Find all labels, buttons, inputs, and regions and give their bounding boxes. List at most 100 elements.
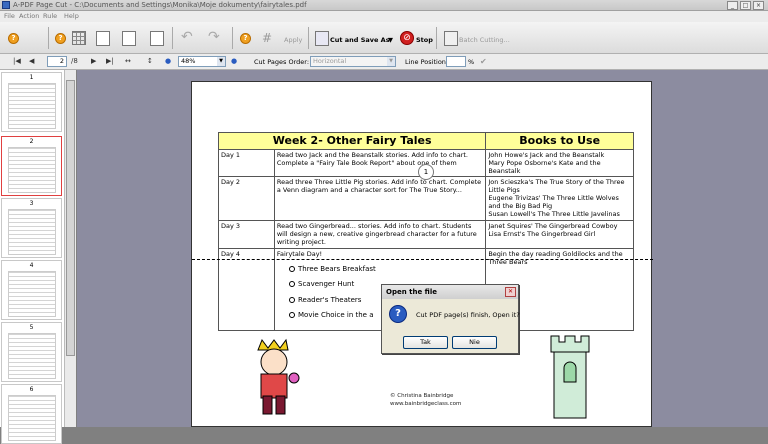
cut-line-marker[interactable]: 1	[418, 164, 434, 180]
thumbnail-preview	[8, 147, 56, 193]
prev-page-icon[interactable]: ◀	[29, 57, 34, 66]
thumbnail-page[interactable]: 4	[1, 260, 62, 320]
thumbnail-page-selected[interactable]: 2	[1, 136, 62, 196]
table-title: Week 2- Other Fairy Tales	[217, 132, 487, 150]
menu-help[interactable]: Help	[64, 12, 79, 20]
main-toolbar: ? ? ↶ ↷ ? # Apply Cut and Save As ▼ ⊘ St…	[0, 22, 768, 54]
menu-bar: File Action Rule Help	[0, 11, 768, 22]
apply-button[interactable]: Apply	[284, 36, 302, 44]
document-canvas[interactable]: Week 2- Other Fairy Tales Books to Use D…	[77, 70, 768, 427]
batch-icon[interactable]	[444, 31, 458, 46]
zoom-in-icon[interactable]: ●	[231, 57, 237, 66]
thumbnail-number: 5	[29, 324, 34, 331]
next-page-icon[interactable]: ▶	[91, 57, 96, 66]
save-icon[interactable]	[315, 31, 329, 46]
activity-cell: Read two Gingerbread... stories. Add inf…	[273, 220, 487, 249]
day-cell: Day 1	[218, 149, 275, 177]
thumbnail-number: 1	[29, 74, 34, 81]
day-cell: Day 2	[218, 176, 275, 221]
minimize-icon[interactable]: _	[727, 1, 738, 10]
cut-order-label: Cut Pages Order:	[254, 58, 310, 66]
zoom-select[interactable]: 48% ▼	[178, 56, 226, 67]
thumbnail-number: 2	[29, 138, 34, 145]
batch-cutting-button[interactable]: Batch Cutting...	[459, 36, 510, 44]
yes-button[interactable]: Tak	[403, 336, 448, 349]
table-header-row: Week 2- Other Fairy Tales Books to Use	[217, 132, 634, 150]
menu-action[interactable]: Action	[19, 12, 39, 20]
cut-save-as-button[interactable]: Cut and Save As	[330, 36, 390, 44]
question-icon: ?	[389, 305, 407, 323]
activity-cell: Read two Jack and the Beanstalk stories.…	[273, 149, 487, 177]
last-page-icon[interactable]: ▶|	[106, 57, 114, 66]
close-icon[interactable]: ✕	[505, 287, 516, 297]
help-icon-2[interactable]: ?	[55, 33, 66, 44]
fit-width-icon[interactable]: ↔	[125, 57, 131, 66]
thumbnail-page[interactable]: 6	[1, 384, 62, 444]
open-file-dialog: Open the file ✕ ? Cut PDF page(s) finish…	[381, 284, 520, 354]
check-icon[interactable]: ✔	[480, 57, 487, 66]
help-icon[interactable]: ?	[8, 33, 19, 44]
thumbnail-number: 6	[29, 386, 34, 393]
first-page-icon[interactable]: |◀	[13, 57, 21, 66]
stop-button[interactable]: Stop	[416, 36, 433, 44]
thumbnail-number: 3	[29, 200, 34, 207]
cut-order-select[interactable]: Horizontal ▼	[310, 56, 396, 67]
page-input[interactable]: 2	[47, 56, 67, 67]
maximize-icon[interactable]: □	[740, 1, 751, 10]
apply-icon[interactable]: #	[262, 31, 272, 51]
credit-text: © Christina Bainbridge	[390, 393, 454, 399]
close-icon[interactable]: ×	[753, 1, 764, 10]
table-row: Day 3 Read two Gingerbread... stories. A…	[218, 220, 634, 249]
cut-order-value: Horizontal	[313, 57, 347, 65]
cut-line[interactable]	[192, 259, 653, 260]
split-horizontal-icon[interactable]	[96, 31, 110, 46]
chevron-down-icon[interactable]: ▼	[217, 57, 225, 66]
scrollbar-thumb[interactable]	[66, 80, 75, 356]
pdf-page: Week 2- Other Fairy Tales Books to Use D…	[191, 81, 653, 427]
split-vertical-icon[interactable]	[122, 31, 136, 46]
chevron-down-icon[interactable]: ▼	[387, 57, 395, 66]
thumbnail-page[interactable]: 5	[1, 322, 62, 382]
activity-cell: Read three Three Little Pig stories. Add…	[273, 176, 487, 221]
undo-icon[interactable]: ↶	[181, 29, 193, 49]
app-icon	[2, 1, 10, 9]
line-position-label: Line Position:	[405, 58, 449, 66]
list-item: Scavenger Hunt	[288, 280, 355, 288]
menu-rule[interactable]: Rule	[43, 12, 57, 20]
fit-height-icon[interactable]: ↕	[147, 57, 153, 66]
day-cell: Day 3	[218, 220, 275, 249]
thumbnail-panel: 1 2 3 4 5 6	[0, 70, 76, 444]
thumbnail-page[interactable]: 1	[1, 72, 62, 132]
thumbnail-preview	[8, 209, 56, 255]
day-cell: Day 4	[218, 248, 275, 331]
line-position-input[interactable]	[446, 56, 466, 67]
books-cell: Jon Scieszka's The True Story of the Thr…	[485, 176, 634, 221]
menu-file[interactable]: File	[4, 12, 15, 20]
navigation-toolbar: |◀ ◀ 2 /8 ▶ ▶| ↔ ↕ ● 48% ▼ ● Cut Pages Or…	[0, 54, 768, 70]
dialog-message: Cut PDF page(s) finish, Open it?	[416, 311, 520, 319]
thumbnail-preview	[8, 395, 56, 441]
table-row: Day 2 Read three Three Little Pig storie…	[218, 176, 634, 221]
window-title: A-PDF Page Cut - C:\Documents and Settin…	[13, 1, 307, 9]
stop-icon[interactable]: ⊘	[400, 31, 414, 45]
help-icon-3[interactable]: ?	[240, 33, 251, 44]
zoom-value: 48%	[181, 57, 196, 65]
thumbnail-preview	[8, 333, 56, 379]
books-cell: Janet Squires' The Gingerbread Cowboy Li…	[485, 220, 634, 249]
thumbnail-preview	[8, 271, 56, 317]
clear-lines-icon[interactable]	[150, 31, 164, 46]
thumbnail-preview	[8, 83, 56, 129]
zoom-out-icon[interactable]: ●	[165, 57, 171, 66]
no-button[interactable]: Nie	[452, 336, 497, 349]
books-cell: John Howe's Jack and the Beanstalk Mary …	[485, 149, 634, 177]
list-item: Reader's Theaters	[288, 296, 362, 304]
thumbnail-scrollbar[interactable]	[64, 70, 76, 427]
thumbnail-page[interactable]: 3	[1, 198, 62, 258]
grid-icon[interactable]	[72, 31, 86, 45]
redo-icon[interactable]: ↷	[208, 29, 220, 49]
title-bar: A-PDF Page Cut - C:\Documents and Settin…	[0, 0, 768, 11]
page-total: /8	[71, 57, 78, 65]
castle-tower-illustration	[550, 335, 590, 419]
prince-illustration	[257, 338, 300, 415]
chevron-down-icon[interactable]: ▼	[388, 36, 393, 44]
